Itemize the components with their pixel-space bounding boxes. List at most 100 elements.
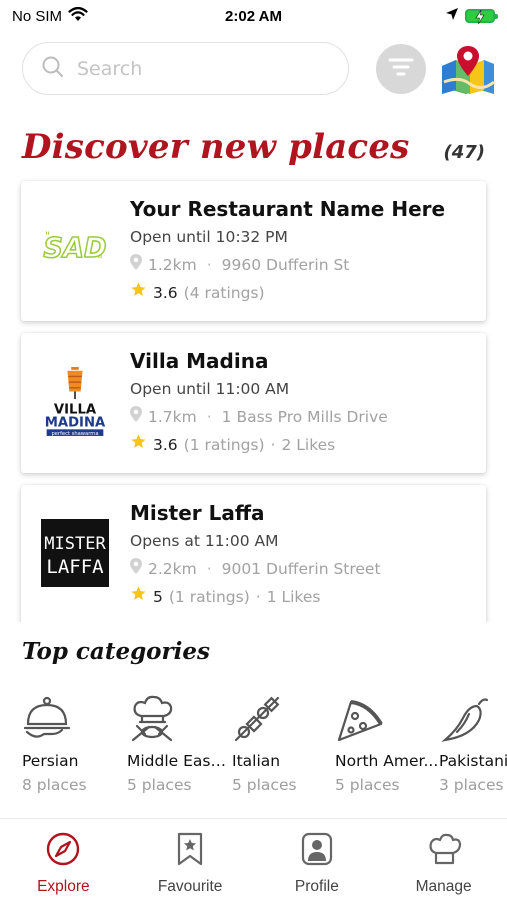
chef-hat-icon [424, 829, 464, 869]
star-icon [130, 279, 147, 307]
search-icon [41, 55, 65, 83]
map-button[interactable] [440, 42, 496, 96]
category-count: 5 places [127, 776, 192, 794]
restaurant-name: Mister Laffa [130, 501, 265, 525]
mister-laffa-logo: MISTER LAFFA [41, 519, 109, 587]
restaurant-distance: 1.2km [148, 256, 197, 274]
location-pin-icon [130, 403, 142, 431]
star-icon [130, 583, 147, 611]
search-box[interactable] [22, 42, 349, 95]
svg-text:": " [97, 253, 102, 267]
restaurant-name: Villa Madina [130, 349, 269, 373]
category-item[interactable]: Persian 8 places [22, 692, 126, 798]
category-count: 8 places [22, 776, 87, 794]
categories-row: Persian 8 places Middle East... 5 places [0, 692, 507, 802]
restaurant-card[interactable]: VILLA MADINA perfect shawarma Villa Madi… [21, 333, 486, 473]
tab-label: Favourite [157, 878, 223, 895]
filter-button[interactable] [376, 44, 426, 94]
tab-label: Profile [294, 878, 339, 895]
location-pin-icon [130, 555, 142, 583]
carrier-label: No SIM [12, 7, 63, 25]
bookmark-star-icon [170, 829, 210, 869]
category-item[interactable]: Pakistani 3 places [439, 692, 507, 798]
rating-count: (1 ratings) [183, 436, 265, 454]
tab-manage[interactable]: Manage [380, 819, 507, 900]
map-pin-icon [440, 46, 496, 100]
separator-dot: · [206, 560, 212, 578]
tab-profile[interactable]: Profile [254, 819, 381, 900]
location-pin-icon [130, 251, 142, 279]
restaurant-list: SAD " " Your Restaurant Name Here Open u… [0, 178, 507, 622]
restaurant-location: 2.2km · 9001 Dufferin Street [130, 555, 476, 583]
separator-dot: · [206, 408, 212, 426]
tab-explore[interactable]: Explore [0, 819, 127, 900]
category-name: Italian [232, 752, 281, 770]
wifi-icon [68, 6, 88, 26]
battery-charging-icon [465, 9, 498, 24]
tab-favourite[interactable]: Favourite [127, 819, 254, 900]
likes-count: 1 Likes [266, 588, 321, 606]
rating-count: (4 ratings) [183, 284, 265, 302]
pizza-icon [335, 692, 395, 744]
status-bar: No SIM 2:02 AM [0, 0, 507, 32]
category-item[interactable]: North Amer... 5 places [335, 692, 439, 798]
tab-label: Manage [415, 878, 472, 895]
restaurant-hours: Open until 11:00 AM [130, 380, 290, 398]
restaurant-address: 9960 Dufferin St [221, 256, 350, 274]
separator-dot: · [206, 256, 212, 274]
category-count: 5 places [335, 776, 400, 794]
profile-icon [297, 829, 337, 869]
discover-title: Discover new places [22, 127, 410, 167]
rating-value: 3.6 [153, 436, 178, 454]
category-name: Middle East... [127, 752, 231, 770]
category-name: Pakistani [439, 752, 507, 770]
category-item[interactable]: Middle East... 5 places [127, 692, 231, 798]
likes-count: 2 Likes [281, 436, 336, 454]
card-body: Villa Madina Open until 11:00 AM 1.7km ·… [130, 347, 476, 459]
search-input[interactable] [77, 57, 307, 80]
restaurant-distance: 2.2km [148, 560, 197, 578]
category-item[interactable]: Italian 5 places [232, 692, 336, 798]
restaurant-distance: 1.7km [148, 408, 197, 426]
rating-value: 3.6 [153, 284, 178, 302]
skewer-icon [232, 692, 292, 744]
category-name: Persian [22, 752, 79, 770]
categories-title: Top categories [22, 638, 210, 665]
star-icon [130, 431, 147, 459]
restaurant-address: 9001 Dufferin Street [221, 560, 381, 578]
card-body: Your Restaurant Name Here Open until 10:… [130, 195, 476, 307]
restaurant-location: 1.2km · 9960 Dufferin St [130, 251, 476, 279]
rating-count: (1 ratings) [168, 588, 250, 606]
location-arrow-icon [445, 7, 459, 25]
restaurant-rating: 5 (1 ratings) · 1 Likes [130, 583, 476, 611]
tab-label: Explore [37, 878, 90, 895]
separator-dot: · [270, 436, 276, 454]
separator-dot: · [255, 588, 261, 606]
restaurant-hours: Opens at 11:00 AM [130, 532, 279, 550]
rating-value: 5 [153, 588, 163, 606]
svg-text:": " [45, 229, 50, 243]
category-count: 5 places [232, 776, 297, 794]
chili-icon [439, 692, 499, 744]
logo-tag: perfect shawarma [51, 431, 98, 437]
villa-madina-logo: VILLA MADINA perfect shawarma [41, 367, 109, 437]
chef-hat-icon [127, 692, 187, 744]
cloche-icon [22, 692, 82, 744]
restaurant-address: 1 Bass Pro Mills Drive [221, 408, 388, 426]
card-body: Mister Laffa Opens at 11:00 AM 2.2km · 9… [130, 499, 476, 611]
restaurant-hours: Open until 10:32 PM [130, 228, 288, 246]
restaurant-card[interactable]: MISTER LAFFA Mister Laffa Opens at 11:00… [21, 485, 486, 622]
discover-count: (47) [443, 142, 485, 163]
restaurant-rating: 3.6 (1 ratings) · 2 Likes [130, 431, 476, 459]
status-left: No SIM [12, 6, 88, 26]
logo-line2: LAFFA [46, 556, 104, 578]
restaurant-rating: 3.6 (4 ratings) [130, 279, 476, 307]
restaurant-location: 1.7km · 1 Bass Pro Mills Drive [130, 403, 476, 431]
restaurant-card[interactable]: SAD " " Your Restaurant Name Here Open u… [21, 181, 486, 321]
logo-line1: MISTER [44, 534, 106, 554]
category-count: 3 places [439, 776, 504, 794]
logo-line2: MADINA [45, 416, 106, 431]
category-name: North Amer... [335, 752, 439, 770]
tab-bar: Explore Favourite Profile Manage [0, 818, 507, 900]
sad-logo: SAD " " [41, 215, 109, 283]
